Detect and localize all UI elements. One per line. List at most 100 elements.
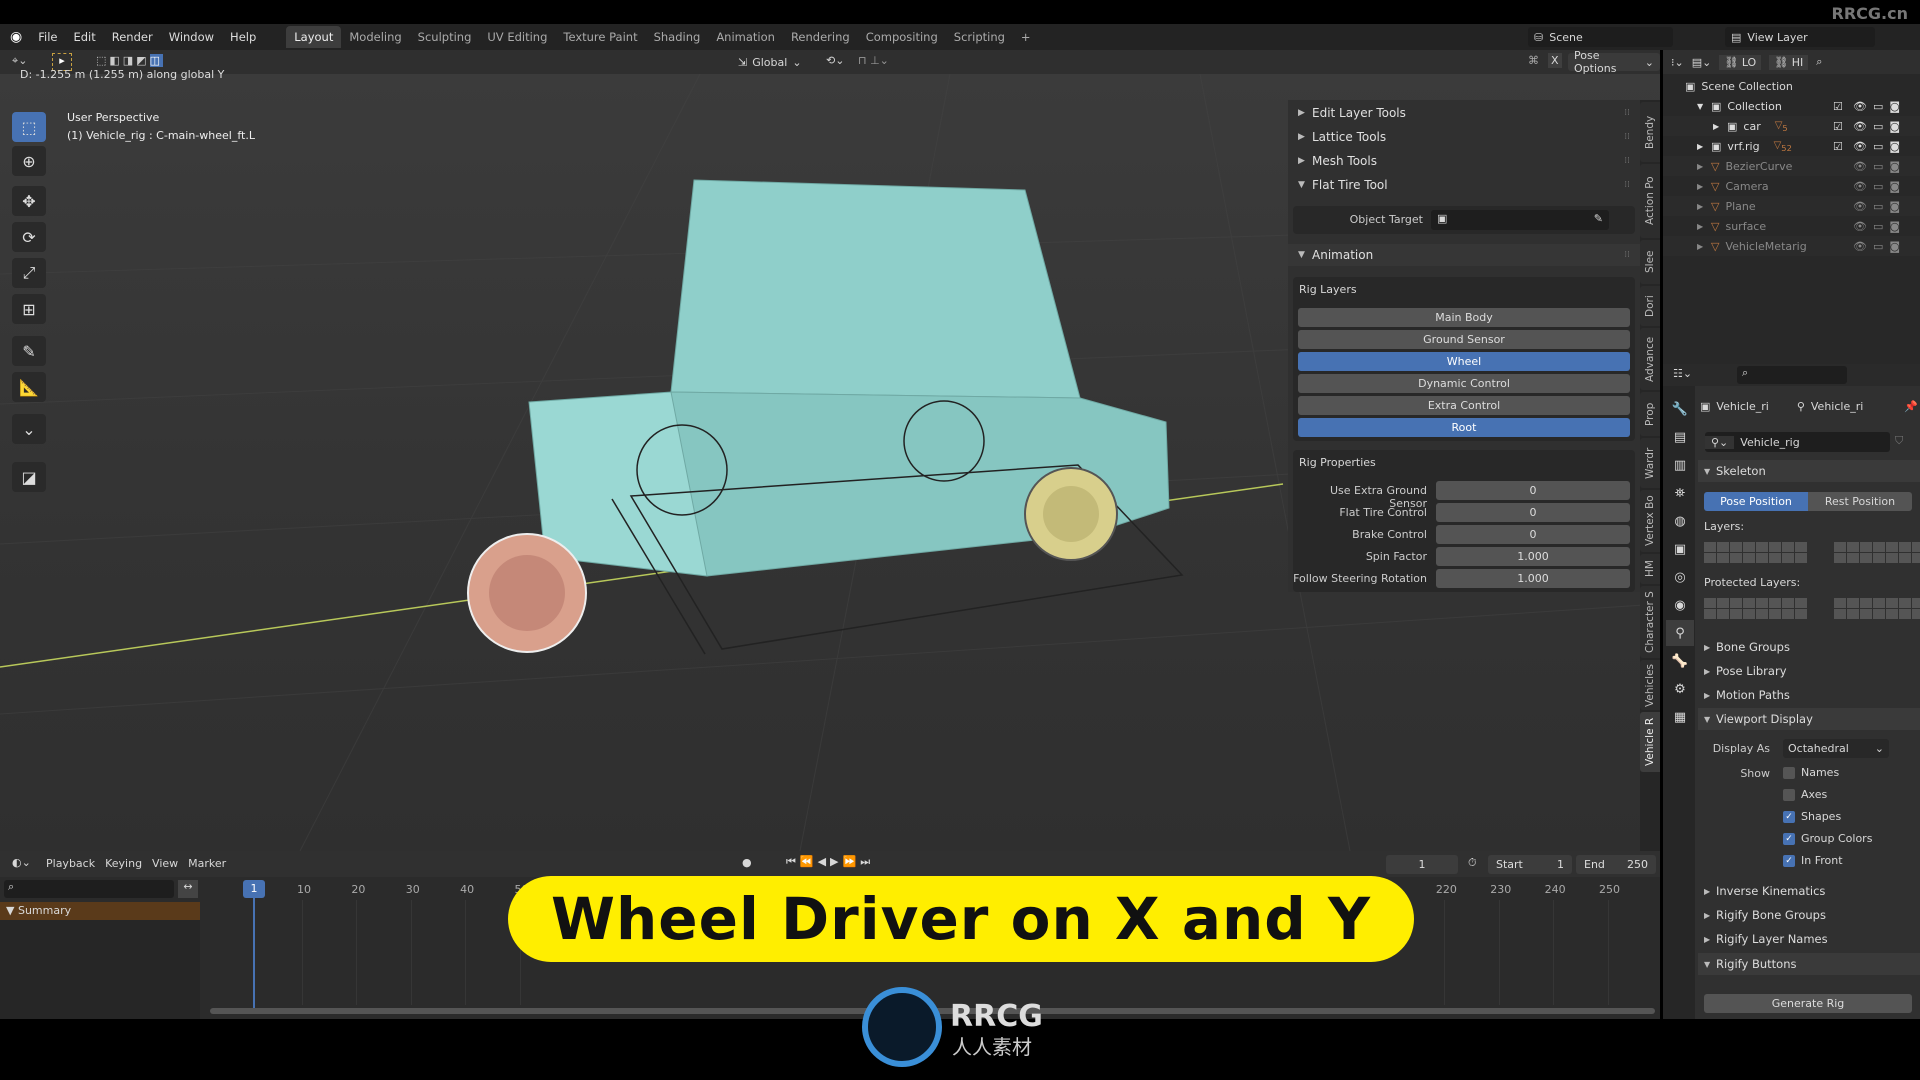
menu-window[interactable]: Window bbox=[161, 30, 222, 44]
rig-property-field[interactable]: 1.000 bbox=[1436, 547, 1630, 566]
outliner-row[interactable]: ▶ ▽ Plane 👁▭◙ bbox=[1663, 196, 1920, 216]
properties-tab-icon[interactable]: ◎ bbox=[1666, 564, 1694, 590]
rig-property-field[interactable]: 0 bbox=[1436, 525, 1630, 544]
object-target-field[interactable]: ▣ ✎ bbox=[1431, 210, 1609, 230]
blender-logo-icon[interactable]: ◉ bbox=[0, 29, 22, 45]
stopwatch-icon[interactable]: ⏱ bbox=[1468, 856, 1477, 870]
outliner-row[interactable]: ▶ ▽ Camera 👁▭◙ bbox=[1663, 176, 1920, 196]
properties-tab-icon[interactable]: ▦ bbox=[1666, 704, 1694, 730]
editor-type-icon[interactable]: ◐⌄ bbox=[12, 856, 31, 869]
workspace-tab[interactable]: Rendering bbox=[783, 26, 858, 48]
visibility-icons[interactable]: 👁▭◙ bbox=[1853, 200, 1906, 213]
timeline-menu[interactable]: View bbox=[152, 857, 178, 870]
generate-rig-button[interactable]: Generate Rig bbox=[1704, 994, 1912, 1013]
filter-icon[interactable]: ⁝⌄ bbox=[1671, 56, 1684, 69]
visibility-icons[interactable]: 👁▭◙ bbox=[1853, 180, 1906, 193]
visibility-icons[interactable]: 👁▭◙ bbox=[1853, 220, 1906, 233]
workspace-tab[interactable]: Shading bbox=[646, 26, 709, 48]
rig-layer-button[interactable]: Main Body bbox=[1298, 308, 1630, 327]
visibility-icons[interactable]: 👁▭◙ bbox=[1853, 120, 1906, 133]
sidebar-tab[interactable]: Advance bbox=[1640, 328, 1660, 390]
rig-layer-button[interactable]: Dynamic Control bbox=[1298, 374, 1630, 393]
visibility-icons[interactable]: 👁▭◙ bbox=[1853, 160, 1906, 173]
outliner-row[interactable]: ▶ ▣ vrf.rig ▽52 ☑ 👁▭◙ bbox=[1663, 136, 1920, 156]
properties-tab-icon[interactable]: ▥ bbox=[1666, 452, 1694, 478]
sidebar-tab[interactable]: Prop bbox=[1640, 392, 1660, 436]
outliner-row[interactable]: ▼ ▣ Collection ☑ 👁▭◙ bbox=[1663, 96, 1920, 116]
sidebar-tab[interactable]: Wardr bbox=[1640, 438, 1660, 488]
bone-roll-icon[interactable]: ◪ bbox=[12, 462, 46, 492]
current-frame-field[interactable]: 1 bbox=[1386, 855, 1458, 874]
select-box-icon[interactable]: ⬚ bbox=[12, 112, 46, 142]
panel-skeleton[interactable]: ▼ Skeleton bbox=[1698, 460, 1920, 482]
sidebar-tab[interactable]: Action Po bbox=[1640, 164, 1660, 238]
workspace-tab[interactable]: Compositing bbox=[858, 26, 946, 48]
playback-controls[interactable]: ⏮⏪◀▶⏩⏭ bbox=[786, 855, 874, 869]
eyedropper-icon[interactable]: ✎ bbox=[1594, 212, 1603, 225]
rig-property-field[interactable]: 0 bbox=[1436, 481, 1630, 500]
rig-layer-button[interactable]: Ground Sensor bbox=[1298, 330, 1630, 349]
pose-options-dropdown[interactable]: Pose Options ⌄ bbox=[1568, 49, 1660, 75]
x-mirror-toggle[interactable]: X bbox=[1548, 53, 1562, 68]
panel-collapsed[interactable]: ▶ Bone Groups bbox=[1698, 636, 1920, 658]
end-frame-field[interactable]: End 250 bbox=[1576, 855, 1656, 874]
panel-collapsed[interactable]: ▶ Rigify Layer Names bbox=[1698, 928, 1920, 950]
properties-search[interactable]: ⌕ bbox=[1737, 366, 1847, 384]
sidebar-tab[interactable]: Vertex Bo bbox=[1640, 490, 1660, 552]
timeline-menu[interactable]: Keying bbox=[105, 857, 142, 870]
bone-envelope-icon[interactable]: ⌄ bbox=[12, 414, 46, 444]
armature-data-field[interactable]: ⚲⌄ Vehicle_rig bbox=[1705, 432, 1890, 452]
menu-help[interactable]: Help bbox=[222, 30, 264, 44]
cursor-icon[interactable]: ⊕ bbox=[12, 146, 46, 176]
show-option-checkbox[interactable]: Axes bbox=[1783, 788, 1827, 801]
panel-collapsed[interactable]: ▶ Rigify Bone Groups bbox=[1698, 904, 1920, 926]
scene-collection-row[interactable]: ▣ Scene Collection bbox=[1663, 76, 1920, 96]
current-frame-indicator[interactable]: 1 bbox=[243, 880, 265, 898]
pin-icon[interactable]: 📌 bbox=[1904, 400, 1918, 413]
checkbox-checked-icon[interactable]: ☑ bbox=[1833, 140, 1843, 153]
annotate-icon[interactable]: ✎ bbox=[12, 336, 46, 366]
rest-position-button[interactable]: Rest Position bbox=[1808, 492, 1912, 511]
outliner-row[interactable]: ▶ ▽ BezierCurve 👁▭◙ bbox=[1663, 156, 1920, 176]
visibility-icons[interactable]: 👁▭◙ bbox=[1853, 140, 1906, 153]
search-icon[interactable]: ⌕ bbox=[1816, 55, 1822, 69]
properties-tab-icon[interactable]: ⚙ bbox=[1666, 676, 1694, 702]
panel-flat-tire-tool[interactable]: ▼ Flat Tire Tool ⁞⁞ bbox=[1288, 174, 1640, 196]
properties-tab-icon[interactable]: ⛯ bbox=[1666, 480, 1694, 506]
panel-animation[interactable]: ▼ Animation ⁞⁞ bbox=[1288, 244, 1640, 266]
sidebar-tab[interactable]: Dori bbox=[1640, 286, 1660, 326]
scene-selector[interactable]: ⛁ Scene bbox=[1528, 27, 1673, 47]
editor-type-icon[interactable]: ☷⌄ bbox=[1673, 367, 1692, 380]
show-option-checkbox[interactable]: ✓ In Front bbox=[1783, 854, 1843, 867]
scale-icon[interactable]: ⤢ bbox=[12, 258, 46, 288]
workspace-tab[interactable]: Sculpting bbox=[410, 26, 480, 48]
fake-user-shield-icon[interactable]: ⛉ bbox=[1895, 434, 1903, 448]
sidebar-tab[interactable]: HM bbox=[1640, 554, 1660, 584]
start-frame-field[interactable]: Start 1 bbox=[1488, 855, 1572, 874]
properties-tab-icon[interactable]: ◉ bbox=[1666, 592, 1694, 618]
transform-icon[interactable]: ⊞ bbox=[12, 294, 46, 324]
menu-file[interactable]: File bbox=[30, 30, 65, 44]
workspace-tab[interactable]: Layout bbox=[286, 26, 342, 48]
transform-orientation-dropdown[interactable]: ⇲ Global ⌄ bbox=[738, 53, 802, 71]
sync-icon[interactable]: ↔ bbox=[178, 880, 198, 898]
selection-mode-buttons[interactable]: ⬚◧◨◩◫ bbox=[96, 54, 163, 67]
sidebar-tab[interactable]: Bendy bbox=[1640, 102, 1660, 162]
panel-collapsed[interactable]: ▶ Lattice Tools ⁞⁞ bbox=[1288, 126, 1640, 148]
snap-icon[interactable]: ⊓ ⊥⌄ bbox=[858, 54, 889, 67]
display-mode-icon[interactable]: ▤⌄ bbox=[1692, 56, 1712, 69]
summary-channel[interactable]: ▼ Summary bbox=[0, 902, 200, 920]
properties-tab-icon[interactable]: ▤ bbox=[1666, 424, 1694, 450]
sidebar-tab[interactable]: Slee bbox=[1640, 240, 1660, 284]
panel-collapsed[interactable]: ▶ Mesh Tools ⁞⁞ bbox=[1288, 150, 1640, 172]
outliner-row[interactable]: ▶ ▣ car ▽5 ☑ 👁▭◙ bbox=[1663, 116, 1920, 136]
mirror-icon[interactable]: ⌘ bbox=[1528, 54, 1539, 67]
editor-type-icon[interactable]: ⌖⌄ bbox=[12, 54, 27, 68]
outliner-row[interactable]: ▶ ▽ surface 👁▭◙ bbox=[1663, 216, 1920, 236]
rig-property-field[interactable]: 1.000 bbox=[1436, 569, 1630, 588]
hi-button[interactable]: ⛓ HI bbox=[1769, 54, 1809, 70]
sidebar-tab[interactable]: Character S bbox=[1640, 586, 1660, 658]
protected-layers-grid[interactable] bbox=[1704, 598, 1920, 620]
show-option-checkbox[interactable]: ✓ Shapes bbox=[1783, 810, 1841, 823]
bone-layers-grid[interactable] bbox=[1704, 542, 1920, 564]
